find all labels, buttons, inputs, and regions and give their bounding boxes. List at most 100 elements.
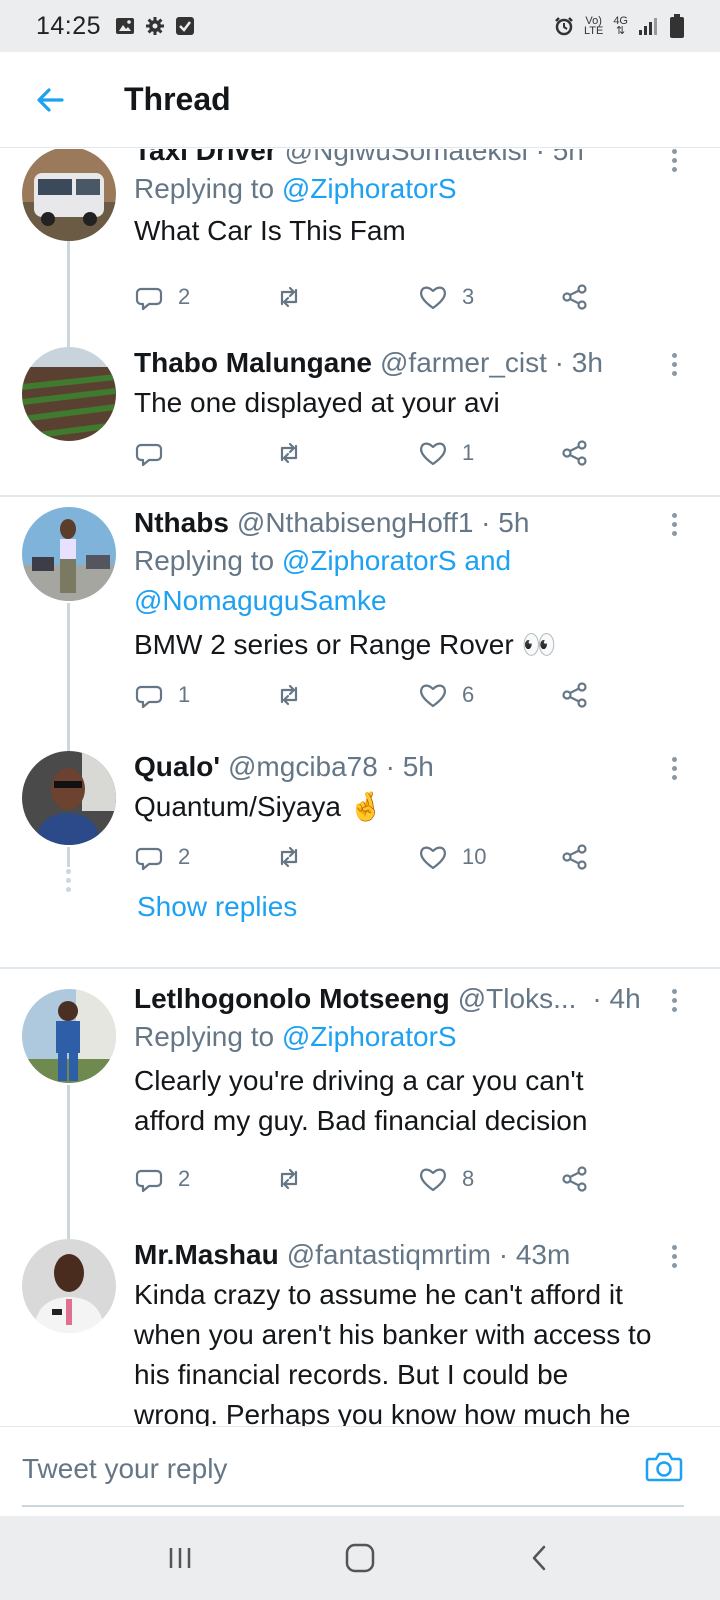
reply-input[interactable] — [22, 1447, 582, 1491]
like-button[interactable]: 3 — [418, 277, 474, 317]
back-button[interactable] — [20, 70, 80, 130]
share-icon — [562, 682, 587, 708]
share-icon — [562, 284, 587, 310]
retweet-button[interactable] — [274, 433, 318, 473]
tweet-text: Clearly you're driving a car you can't af… — [134, 1065, 588, 1136]
reply-icon — [135, 1169, 163, 1193]
reply-button[interactable]: 1 — [134, 675, 190, 715]
like-button[interactable]: 8 — [418, 1159, 474, 1199]
reply-underline — [22, 1505, 684, 1507]
reply-button[interactable]: 2 — [134, 1159, 190, 1199]
author-handle: @Tloks... — [457, 983, 577, 1014]
share-button[interactable] — [560, 1159, 590, 1199]
reply-count: 2 — [178, 1166, 191, 1191]
reply-button[interactable] — [134, 433, 178, 473]
heart-icon — [420, 286, 446, 310]
more-options-button[interactable] — [662, 985, 686, 1015]
avatar[interactable] — [22, 507, 116, 601]
reply-button[interactable]: 2 — [134, 277, 190, 317]
thread-dots — [66, 869, 71, 896]
battery-icon — [670, 14, 684, 38]
like-count: 8 — [462, 1166, 475, 1191]
image-icon — [116, 18, 135, 34]
tweet[interactable]: Qualo' @mgciba78 · 5h Quantum/Siyaya 🤞 2 … — [0, 749, 720, 892]
share-button[interactable] — [560, 277, 590, 317]
tweet[interactable]: Nthabs @NthabisengHoff1 · 5h Replying to … — [0, 505, 720, 753]
retweet-icon — [280, 442, 298, 464]
thread-line — [67, 847, 70, 867]
mention-link[interactable]: @ZiphoratorS — [282, 173, 457, 204]
reply-icon — [135, 847, 163, 871]
tweet-text: BMW 2 series or Range Rover 👀 — [134, 629, 557, 660]
camera-button[interactable] — [644, 1447, 684, 1487]
author-name[interactable]: Qualo' — [134, 749, 220, 785]
show-replies-link[interactable]: Show replies — [137, 891, 297, 923]
more-options-button[interactable] — [662, 509, 686, 539]
more-options-button[interactable] — [662, 349, 686, 379]
home-button[interactable] — [330, 1528, 390, 1588]
author-name[interactable]: Nthabs — [134, 505, 229, 541]
share-button[interactable] — [560, 675, 590, 715]
back-icon — [532, 1545, 546, 1571]
status-bar: 14:25 Vo) LTE 4G ⇅ — [0, 0, 720, 52]
thread-line — [67, 603, 70, 753]
avatar[interactable] — [22, 1239, 116, 1333]
home-icon — [345, 1543, 375, 1573]
mention-link[interactable]: @NomaguguSamke — [134, 585, 387, 616]
author-name[interactable]: Thabo Malungane — [134, 345, 372, 381]
author-name[interactable]: Letlhogonolo Motseeng — [134, 981, 450, 1017]
like-button[interactable]: 1 — [418, 433, 474, 473]
retweet-icon — [280, 286, 298, 308]
avatar[interactable] — [22, 347, 116, 441]
heart-icon — [420, 846, 446, 870]
thread-feed[interactable]: Taxi Driver @NgiwuSomatekisi · 5h Replyin… — [0, 149, 720, 1426]
recent-apps-button[interactable] — [150, 1528, 210, 1588]
system-back-button[interactable] — [510, 1528, 570, 1588]
like-count: 10 — [462, 844, 487, 869]
more-options-button[interactable] — [662, 149, 686, 175]
avatar[interactable] — [22, 989, 116, 1083]
avatar[interactable] — [22, 149, 116, 241]
tweet[interactable]: Letlhogonolo Motseeng @Tloks... · 4h Reply… — [0, 967, 720, 1245]
mention-link[interactable]: @ZiphoratorS and — [282, 545, 511, 576]
retweet-button[interactable] — [274, 675, 318, 715]
like-count: 1 — [462, 440, 475, 465]
mention-link[interactable]: @ZiphoratorS — [282, 1021, 457, 1052]
retweet-button[interactable] — [274, 1159, 318, 1199]
author-handle-time: @farmer_cist · 3h — [380, 347, 603, 378]
like-button[interactable]: 10 — [418, 837, 486, 877]
tweet-time: · 4h — [592, 983, 641, 1014]
share-button[interactable] — [560, 433, 590, 473]
tweet[interactable]: Mr.Mashau @fantastiqmrtim · 43m Kinda cra… — [0, 1237, 720, 1426]
reply-count: 1 — [178, 682, 191, 707]
retweet-icon — [280, 1168, 298, 1190]
replying-to: Replying to @ZiphoratorS — [134, 173, 457, 204]
more-options-button[interactable] — [662, 753, 686, 783]
retweet-button[interactable] — [274, 837, 318, 877]
retweet-button[interactable] — [274, 277, 318, 317]
author-handle-time: @NgiwuSomatekisi · 5h — [284, 149, 584, 166]
tweet[interactable]: Thabo Malungane @farmer_cist · 3h The one… — [0, 345, 720, 485]
share-button[interactable] — [560, 837, 590, 877]
reply-composer — [0, 1426, 720, 1516]
replying-to: Replying to @ZiphoratorS and @NomaguguSam… — [134, 545, 512, 616]
heart-icon — [420, 1168, 446, 1192]
system-nav-bar — [0, 1516, 720, 1600]
retweet-icon — [280, 846, 298, 868]
author-name[interactable]: Mr.Mashau — [134, 1237, 279, 1273]
author-handle-time: @fantastiqmrtim · 43m — [286, 1239, 571, 1270]
tweet[interactable]: Taxi Driver @NgiwuSomatekisi · 5h Replyin… — [0, 149, 720, 351]
thread-header: Thread — [0, 52, 720, 148]
more-options-button[interactable] — [662, 1241, 686, 1271]
recent-apps-icon — [169, 1548, 191, 1568]
avatar[interactable] — [22, 751, 116, 845]
divider — [0, 495, 720, 497]
author-handle-time: @mgciba78 · 5h — [228, 751, 434, 782]
share-icon — [562, 1166, 587, 1192]
gear-icon — [146, 17, 165, 35]
reply-button[interactable]: 2 — [134, 837, 190, 877]
like-button[interactable]: 6 — [418, 675, 474, 715]
like-count: 3 — [462, 284, 475, 309]
author-name[interactable]: Taxi Driver — [134, 149, 277, 169]
author-handle-time: @NthabisengHoff1 · 5h — [236, 507, 530, 538]
